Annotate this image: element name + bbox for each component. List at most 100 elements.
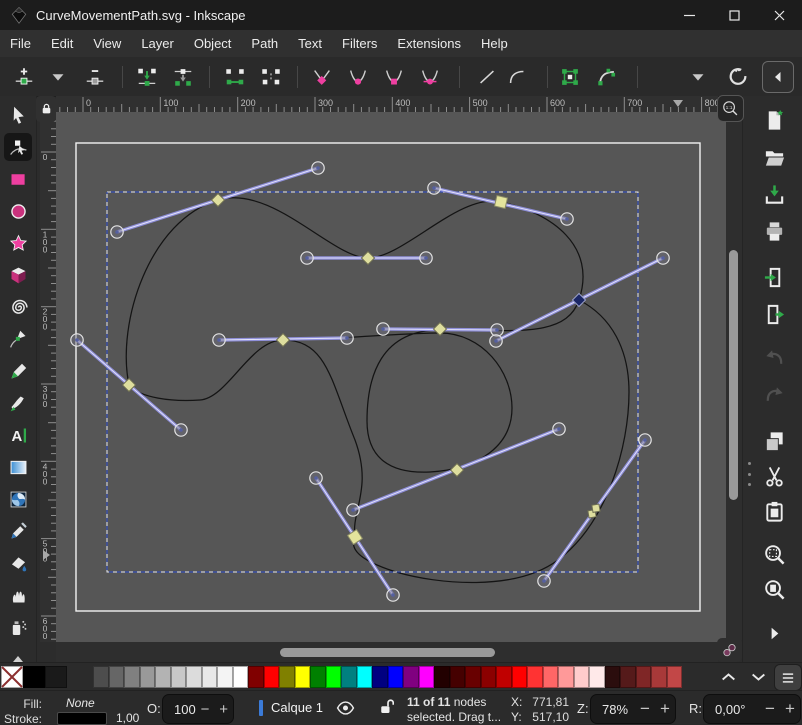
canvas-rotation-widget[interactable] bbox=[717, 638, 742, 662]
join-with-segment-button[interactable] bbox=[221, 63, 249, 91]
document-print-button[interactable] bbox=[761, 218, 787, 244]
layer-name[interactable]: Calque 1 bbox=[271, 700, 323, 715]
tool-pen[interactable] bbox=[4, 325, 32, 353]
undo-button[interactable] bbox=[761, 345, 787, 371]
palette-swatch[interactable] bbox=[605, 666, 621, 688]
palette-scroll-down-button[interactable] bbox=[747, 669, 769, 684]
menu-text[interactable]: Text bbox=[288, 31, 332, 56]
tool-selector[interactable] bbox=[4, 101, 32, 129]
palette-swatch[interactable] bbox=[496, 666, 512, 688]
rotation-increase-button[interactable]: + bbox=[780, 699, 800, 719]
palette-swatch[interactable] bbox=[558, 666, 574, 688]
tool-star[interactable] bbox=[4, 229, 32, 257]
palette-swatch[interactable] bbox=[372, 666, 388, 688]
palette-swatch[interactable] bbox=[310, 666, 326, 688]
menu-view[interactable]: View bbox=[83, 31, 131, 56]
palette-swatch[interactable] bbox=[341, 666, 357, 688]
rotation-decrease-button[interactable]: − bbox=[760, 699, 780, 719]
horizontal-scrollbar-thumb[interactable] bbox=[280, 648, 495, 657]
node-corner-button[interactable] bbox=[308, 63, 336, 91]
palette-swatch[interactable] bbox=[202, 666, 218, 688]
fill-value[interactable]: None bbox=[66, 696, 95, 710]
palette-swatch[interactable] bbox=[23, 666, 45, 688]
delete-segment-button[interactable] bbox=[257, 63, 285, 91]
palette-swatch[interactable] bbox=[264, 666, 280, 688]
palette-menu-button[interactable] bbox=[774, 664, 802, 691]
palette-swatch[interactable] bbox=[186, 666, 202, 688]
transform-handles-button[interactable] bbox=[724, 63, 752, 91]
palette-swatch[interactable] bbox=[403, 666, 419, 688]
palette-swatch[interactable] bbox=[589, 666, 605, 688]
tool-mesh-gradient[interactable] bbox=[4, 485, 32, 513]
zoom-value[interactable]: 78% bbox=[591, 702, 635, 717]
close-button[interactable] bbox=[757, 0, 802, 30]
stroke-color-swatch[interactable] bbox=[57, 712, 107, 725]
document-open-button[interactable] bbox=[761, 144, 787, 170]
node-smooth-button[interactable] bbox=[344, 63, 372, 91]
palette-swatch[interactable] bbox=[527, 666, 543, 688]
palette-swatch[interactable] bbox=[419, 666, 435, 688]
maximize-button[interactable] bbox=[712, 0, 757, 30]
tool-box-3d[interactable] bbox=[4, 261, 32, 289]
zoom-increase-button[interactable]: + bbox=[655, 699, 675, 719]
tool-gradient[interactable] bbox=[4, 453, 32, 481]
palette-swatch[interactable] bbox=[388, 666, 404, 688]
copy-button[interactable] bbox=[761, 428, 787, 454]
menu-edit[interactable]: Edit bbox=[41, 31, 83, 56]
palette-swatch[interactable] bbox=[171, 666, 187, 688]
vertical-scrollbar[interactable] bbox=[726, 112, 742, 640]
palette-swatch[interactable] bbox=[481, 666, 497, 688]
node-symmetric-button[interactable] bbox=[380, 63, 408, 91]
tool-calligraphy[interactable] bbox=[4, 389, 32, 417]
ruler-lock-button[interactable] bbox=[36, 96, 56, 122]
segment-line-button[interactable] bbox=[473, 63, 501, 91]
layer-lock-toggle[interactable] bbox=[379, 698, 394, 719]
insert-node-options-button[interactable] bbox=[44, 63, 72, 91]
path-node-smooth[interactable] bbox=[276, 333, 289, 346]
menu-object[interactable]: Object bbox=[184, 31, 242, 56]
segment-curve-button[interactable] bbox=[503, 63, 531, 91]
palette-swatch-none[interactable] bbox=[1, 666, 23, 688]
menu-help[interactable]: Help bbox=[471, 31, 518, 56]
tool-spray[interactable] bbox=[4, 613, 32, 641]
opacity-value[interactable]: 100 bbox=[163, 702, 196, 717]
palette-swatch[interactable] bbox=[357, 666, 373, 688]
palette-swatch[interactable] bbox=[465, 666, 481, 688]
palette-swatch[interactable] bbox=[574, 666, 590, 688]
commands-more-button[interactable] bbox=[761, 620, 787, 646]
insert-node-button[interactable] bbox=[10, 63, 38, 91]
node-auto-button[interactable] bbox=[416, 63, 444, 91]
menu-path[interactable]: Path bbox=[241, 31, 288, 56]
collapse-sidebar-button[interactable] bbox=[762, 61, 794, 93]
zoom-spinner[interactable]: 78% − + bbox=[590, 694, 676, 724]
path-node-smooth[interactable] bbox=[361, 251, 374, 264]
vertical-scrollbar-thumb[interactable] bbox=[729, 250, 738, 500]
palette-swatch[interactable] bbox=[93, 666, 109, 688]
bezier-path[interactable] bbox=[126, 198, 583, 472]
quick-zoom-button[interactable]: 1:1 bbox=[717, 95, 744, 122]
palette-swatch[interactable] bbox=[295, 666, 311, 688]
tool-node-editor[interactable] bbox=[4, 133, 32, 161]
object-to-path-button[interactable] bbox=[556, 63, 584, 91]
cut-button[interactable] bbox=[761, 463, 787, 489]
zoom-drawing-button[interactable] bbox=[761, 576, 787, 602]
tool-pencil[interactable] bbox=[4, 357, 32, 385]
tool-ellipse[interactable] bbox=[4, 197, 32, 225]
tool-spiral[interactable] bbox=[4, 293, 32, 321]
commands-bar-handle[interactable] bbox=[746, 462, 752, 486]
path-node-smooth[interactable] bbox=[450, 463, 463, 476]
tool-paint-bucket[interactable] bbox=[4, 549, 32, 577]
palette-scroll-up-button[interactable] bbox=[717, 669, 739, 684]
tool-dropper[interactable] bbox=[4, 517, 32, 545]
path-node-cusp[interactable] bbox=[495, 196, 508, 209]
stroke-width-value[interactable]: 1,00 bbox=[116, 711, 139, 725]
stroke-to-path-button[interactable] bbox=[593, 63, 621, 91]
layer-visibility-toggle[interactable] bbox=[336, 700, 355, 719]
zoom-decrease-button[interactable]: − bbox=[635, 699, 655, 719]
path-node-smooth[interactable] bbox=[211, 193, 224, 206]
document-save-button[interactable] bbox=[761, 181, 787, 207]
drawing-area[interactable] bbox=[56, 112, 726, 642]
menu-filters[interactable]: Filters bbox=[332, 31, 387, 56]
tool-tweak[interactable] bbox=[4, 581, 32, 609]
palette-swatch[interactable] bbox=[543, 666, 559, 688]
